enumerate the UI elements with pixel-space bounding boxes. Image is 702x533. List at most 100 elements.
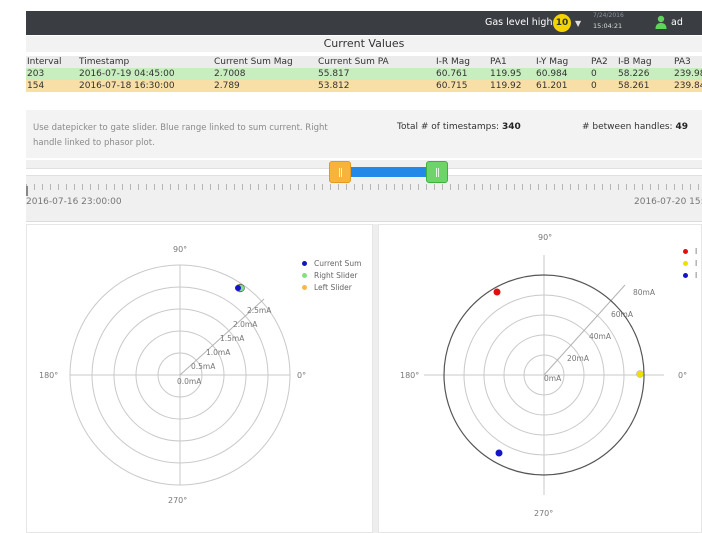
radial-label: 80mA bbox=[633, 288, 656, 297]
grip-icon bbox=[436, 168, 439, 177]
angle-label-0: 0° bbox=[678, 371, 687, 380]
angle-label-270: 270° bbox=[534, 509, 553, 518]
alert-message[interactable]: Gas level high. bbox=[485, 17, 556, 28]
table-cell: 2.7008 bbox=[214, 69, 246, 79]
legend: Current Sum Right Slider Left Slider bbox=[302, 259, 372, 295]
column-header: PA2 bbox=[591, 57, 608, 67]
header-date: 7/24/2016 bbox=[593, 12, 624, 19]
slider-end-date: 2016-07-20 15:00 bbox=[634, 197, 702, 207]
user-icon[interactable] bbox=[655, 15, 667, 29]
legend-dot bbox=[302, 273, 307, 278]
table-header-row: Interval Timestamp Current Sum Mag Curre… bbox=[26, 56, 702, 68]
table-cell: 119.95 bbox=[490, 69, 522, 79]
slider-left-handle[interactable] bbox=[329, 161, 351, 183]
user-name[interactable]: ad bbox=[671, 17, 683, 28]
legend-dot bbox=[683, 249, 688, 254]
slider-ticks bbox=[26, 184, 702, 190]
legend-label: Left Slider bbox=[314, 283, 352, 292]
column-header: PA1 bbox=[490, 57, 507, 67]
table-cell: 60.715 bbox=[436, 81, 468, 91]
total-timestamps: Total # of timestamps: 340 bbox=[397, 122, 521, 132]
table-row[interactable]: 154 2016-07-18 16:30:00 2.789 53.812 60.… bbox=[26, 80, 702, 92]
column-header: I-R Mag bbox=[436, 57, 471, 67]
table-cell: 239.84 bbox=[674, 81, 702, 91]
radial-label: 1.0mA bbox=[206, 348, 231, 357]
angle-label-0: 0° bbox=[297, 371, 306, 380]
angle-label-180: 180° bbox=[400, 371, 419, 380]
total-timestamps-label: Total # of timestamps: bbox=[397, 122, 500, 132]
table-cell: 55.817 bbox=[318, 69, 350, 79]
table-cell: 53.812 bbox=[318, 81, 350, 91]
slider-start-date: 2016-07-16 23:00:00 bbox=[26, 197, 122, 207]
phase-b-point[interactable] bbox=[495, 449, 503, 457]
sum-current-polar-panel: 90° 180° 0° 270° 0.0mA 0.5mA 1.0mA 1.5mA… bbox=[26, 224, 373, 533]
table-cell: 2.789 bbox=[214, 81, 240, 91]
column-header: Timestamp bbox=[79, 57, 130, 67]
header-time: 15:04:21 bbox=[593, 22, 623, 30]
slider-right-handle[interactable] bbox=[426, 161, 448, 183]
table-cell: 0 bbox=[591, 69, 597, 79]
column-header: Current Sum Mag bbox=[214, 57, 293, 67]
phasor-polar-panel: 90° 180° 0° 270° 0mA 20mA 40mA 60mA 80mA… bbox=[378, 224, 702, 533]
legend-dot bbox=[683, 261, 688, 266]
alert-count-badge[interactable]: 10 bbox=[553, 14, 571, 32]
table-cell: 58.261 bbox=[618, 81, 650, 91]
table-row[interactable]: 203 2016-07-19 04:45:00 2.7008 55.817 60… bbox=[26, 68, 702, 80]
legend: I I I bbox=[683, 247, 701, 283]
table-cell: 58.226 bbox=[618, 69, 650, 79]
info-panel: Use datepicker to gate slider. Blue rang… bbox=[26, 110, 702, 158]
table-cell: 203 bbox=[27, 69, 45, 79]
column-header: I-Y Mag bbox=[536, 57, 569, 67]
table-cell: 239.98 bbox=[674, 69, 702, 79]
table-cell: 61.201 bbox=[536, 81, 568, 91]
grip-icon bbox=[339, 168, 342, 177]
legend-label: I bbox=[695, 259, 698, 268]
angle-label-90: 90° bbox=[173, 245, 187, 254]
radial-label: 0.0mA bbox=[177, 377, 202, 386]
table-cell: 154 bbox=[27, 81, 45, 91]
slider-selected-range[interactable] bbox=[348, 167, 428, 177]
help-text: Use datepicker to gate slider. Blue rang… bbox=[33, 123, 328, 148]
current-values-table: Interval Timestamp Current Sum Mag Curre… bbox=[26, 52, 702, 96]
total-timestamps-value: 340 bbox=[501, 122, 521, 132]
table-cell: 60.761 bbox=[436, 69, 468, 79]
column-header: PA3 bbox=[674, 57, 691, 67]
legend-dot bbox=[683, 273, 688, 278]
column-header: I-B Mag bbox=[618, 57, 652, 67]
legend-label: Current Sum bbox=[314, 259, 362, 268]
phasor-polar-plot: 90° 180° 0° 270° 0mA 20mA 40mA 60mA 80mA bbox=[400, 233, 687, 518]
table-cell: 60.984 bbox=[536, 69, 568, 79]
legend-label: I bbox=[695, 271, 698, 280]
between-handles: # between handles: 49 bbox=[582, 122, 688, 132]
radial-label: 60mA bbox=[611, 310, 634, 319]
radial-label: 0.5mA bbox=[191, 362, 216, 371]
current-sum-point[interactable] bbox=[235, 285, 241, 291]
legend-dot bbox=[302, 261, 307, 266]
radial-label: 40mA bbox=[589, 332, 612, 341]
phase-y-point[interactable] bbox=[636, 370, 644, 378]
time-range-slider: 2016-07-16 23:00:00 2016-07-20 15:00 bbox=[26, 160, 702, 222]
radial-label: 20mA bbox=[567, 354, 590, 363]
table-cell: 2016-07-19 04:45:00 bbox=[79, 69, 175, 79]
column-header: Interval bbox=[27, 57, 62, 67]
angle-label-180: 180° bbox=[39, 371, 58, 380]
current-values-title: Current Values bbox=[26, 36, 702, 52]
column-header: Current Sum PA bbox=[318, 57, 389, 67]
radial-label: 0mA bbox=[544, 374, 562, 383]
phase-r-point[interactable] bbox=[493, 288, 501, 296]
top-header-bar: Gas level high. 10 ▼ 7/24/2016 15:04:21 … bbox=[26, 11, 702, 35]
radial-label: 2.5mA bbox=[247, 306, 272, 315]
slider-start-marker bbox=[26, 186, 28, 196]
table-cell: 119.92 bbox=[490, 81, 522, 91]
chevron-down-icon[interactable]: ▼ bbox=[575, 19, 581, 28]
angle-label-270: 270° bbox=[168, 496, 187, 505]
between-handles-value: 49 bbox=[675, 122, 688, 132]
legend-dot bbox=[302, 285, 307, 290]
legend-label: I bbox=[695, 247, 698, 256]
radial-label: 2.0mA bbox=[233, 320, 258, 329]
legend-label: Right Slider bbox=[314, 271, 358, 280]
angle-label-90: 90° bbox=[538, 233, 552, 242]
radial-label: 1.5mA bbox=[220, 334, 245, 343]
table-cell: 0 bbox=[591, 81, 597, 91]
between-handles-label: # between handles: bbox=[582, 122, 673, 132]
